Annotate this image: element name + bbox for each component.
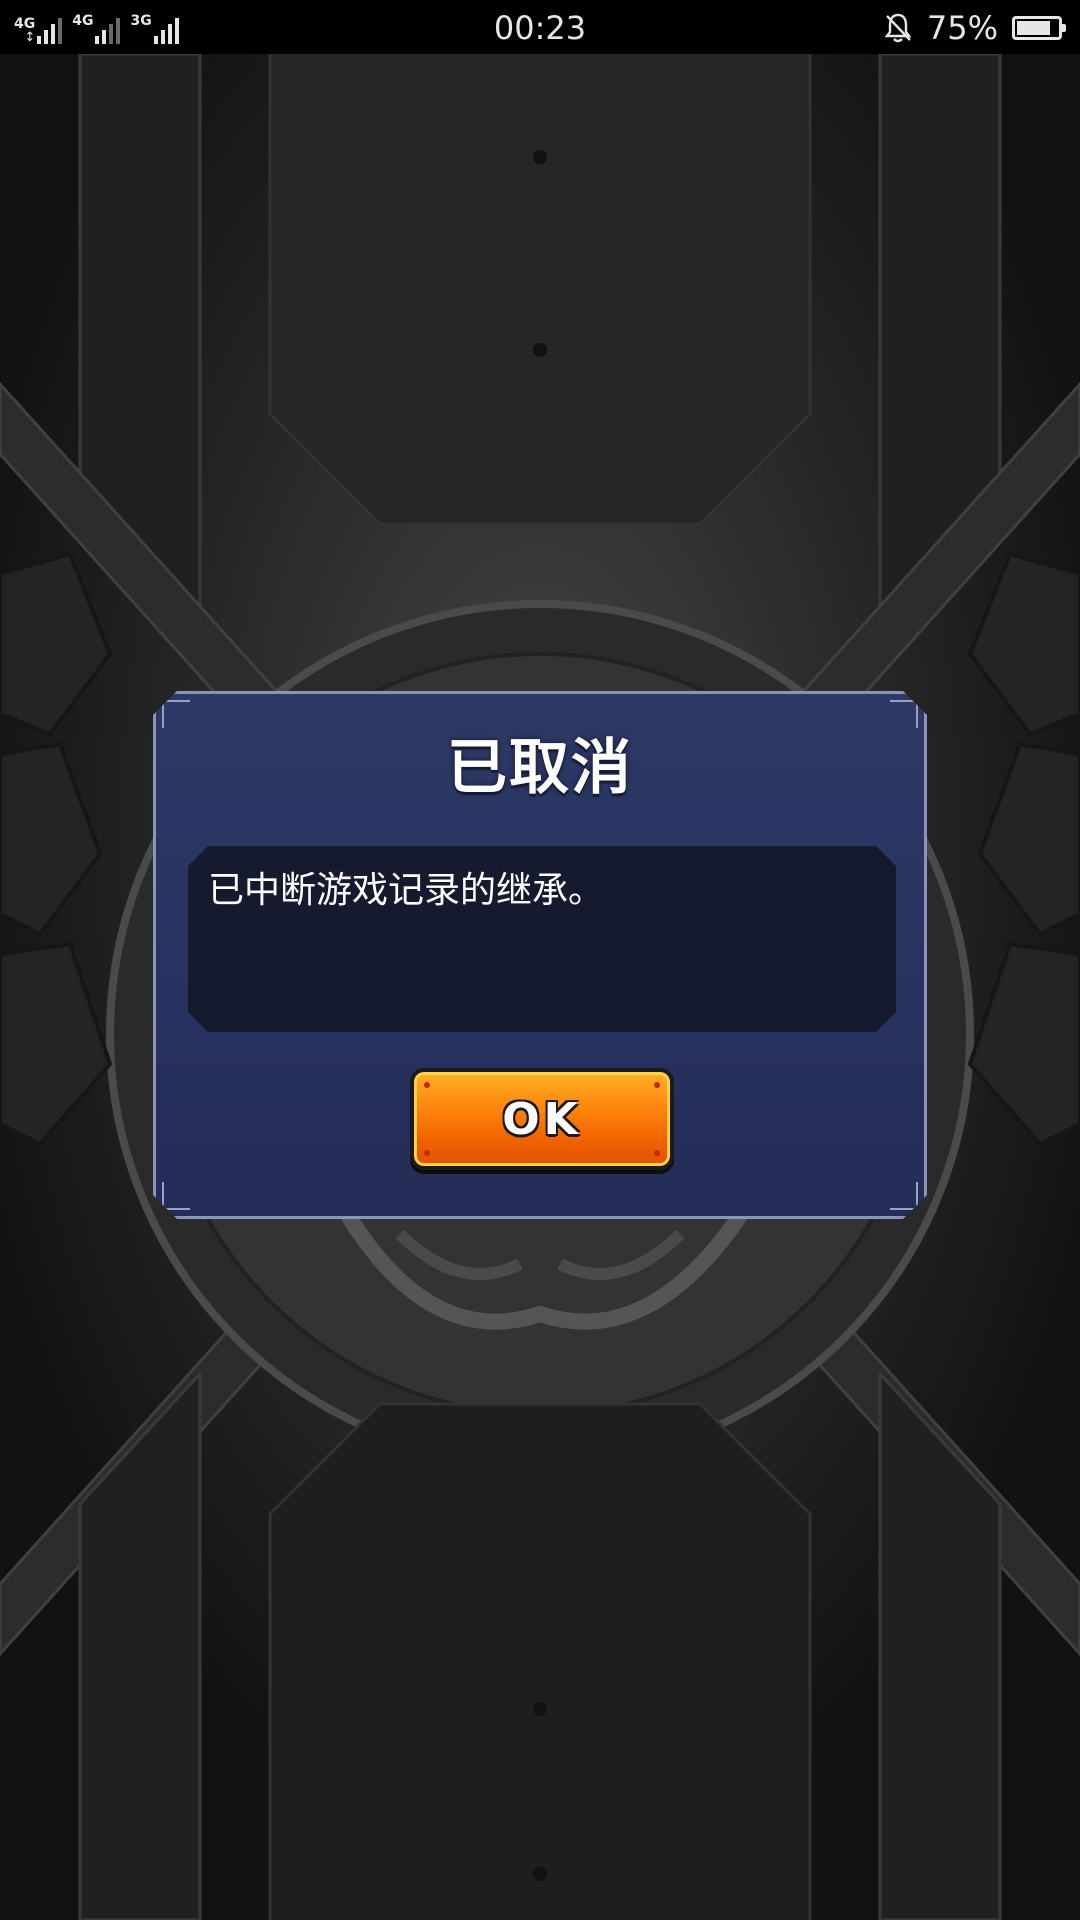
ok-button-label: OK bbox=[502, 1093, 582, 1145]
ok-button[interactable]: OK bbox=[410, 1068, 674, 1170]
message-box: 已中断游戏记录的继承。 bbox=[188, 846, 896, 1032]
status-bar: 4G ↕ 4G 3G 00:23 75% bbox=[0, 0, 1080, 54]
battery-icon bbox=[1012, 16, 1066, 40]
corner-ornament bbox=[890, 1182, 918, 1210]
bell-off-icon bbox=[884, 13, 912, 43]
corner-ornament bbox=[162, 1182, 190, 1210]
battery-percent: 75% bbox=[926, 9, 998, 47]
dialog-message: 已中断游戏记录的继承。 bbox=[208, 870, 605, 911]
status-right: 75% bbox=[883, 8, 1066, 48]
cancel-dialog: 已取消 已中断游戏记录的继承。 OK bbox=[153, 691, 927, 1219]
app-screen: 4G ↕ 4G 3G 00:23 75% 已取消 已中断游戏记录的继承。 OK bbox=[0, 0, 1080, 1920]
corner-ornament bbox=[890, 700, 918, 728]
dialog-title: 已取消 bbox=[447, 733, 633, 803]
corner-ornament bbox=[162, 700, 190, 728]
battery-level-fill bbox=[1017, 21, 1050, 35]
